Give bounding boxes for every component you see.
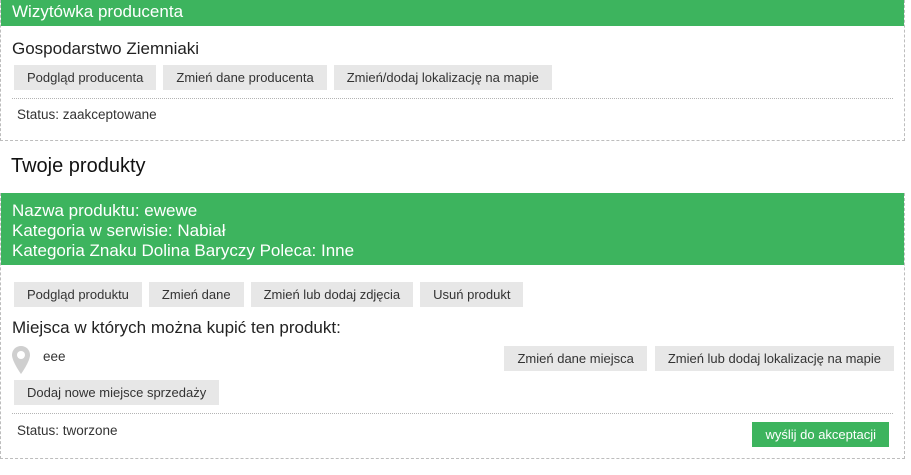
preview-product-button[interactable]: Podgląd produktu [14, 282, 142, 307]
edit-product-button[interactable]: Zmień dane [148, 282, 244, 307]
divider [12, 413, 893, 414]
add-place-button[interactable]: Dodaj nowe miejsce sprzedaży [14, 380, 220, 405]
product-actions: Podgląd produktu Zmień dane Zmień lub do… [14, 282, 524, 307]
producer-name: Gospodarstwo Ziemniaki [12, 39, 200, 58]
product-card-header: Nazwa produktu: ewewe Kategoria w serwis… [1, 193, 904, 265]
edit-photos-button[interactable]: Zmień lub dodaj zdjęcia [250, 282, 414, 307]
producer-status: Status: zaakceptowane [17, 107, 157, 122]
page-title: Twoje produkty [11, 155, 146, 177]
edit-producer-button[interactable]: Zmień dane producenta [163, 65, 327, 90]
product-name: Nazwa produktu: ewewe [12, 201, 198, 220]
edit-place-button[interactable]: Zmień dane miejsca [504, 346, 647, 371]
place-name: eee [43, 349, 66, 364]
producer-card: Wizytówka producenta Gospodarstwo Ziemni… [0, 0, 905, 141]
preview-producer-button[interactable]: Podgląd producenta [14, 65, 157, 90]
places-heading: Miejsca w których można kupić ten produk… [12, 318, 341, 337]
map-pin-icon [11, 345, 31, 380]
product-category: Kategoria w serwisie: Nabiał [12, 221, 226, 240]
edit-producer-location-button[interactable]: Zmień/dodaj lokalizację na mapie [333, 65, 552, 90]
delete-product-button[interactable]: Usuń produkt [420, 282, 524, 307]
product-sign-category: Kategoria Znaku Dolina Baryczy Poleca: I… [12, 241, 355, 260]
producer-actions: Podgląd producenta Zmień dane producenta… [14, 65, 552, 90]
place-actions: Zmień dane miejsca Zmień lub dodaj lokal… [504, 346, 894, 371]
edit-place-location-button[interactable]: Zmień lub dodaj lokalizację na mapie [654, 346, 894, 371]
send-for-approval-button[interactable]: wyślij do akceptacji [752, 422, 889, 447]
producer-card-header: Wizytówka producenta [1, 0, 904, 26]
product-card: Nazwa produktu: ewewe Kategoria w serwis… [0, 193, 905, 459]
divider [12, 98, 893, 99]
product-status: Status: tworzone [17, 423, 118, 438]
